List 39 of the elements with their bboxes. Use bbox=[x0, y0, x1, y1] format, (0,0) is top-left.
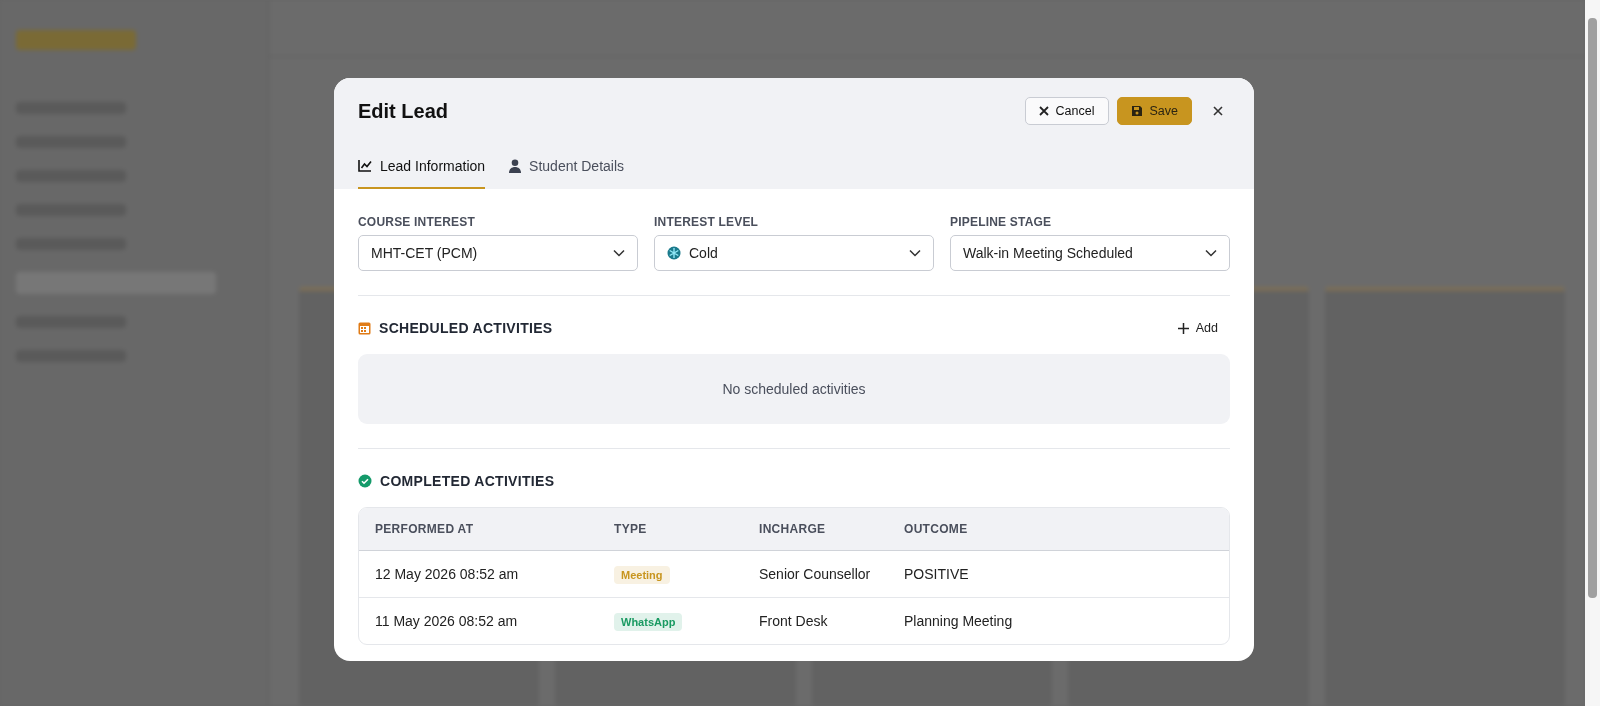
tab[interactable]: Student Details bbox=[509, 144, 625, 189]
empty-state-message: No scheduled activities bbox=[722, 381, 866, 397]
cancel-button[interactable]: Cancel bbox=[1024, 97, 1109, 125]
column-header: PERFORMED AT bbox=[375, 522, 474, 536]
close-icon bbox=[1212, 105, 1224, 117]
tab[interactable]: Lead Information bbox=[358, 144, 486, 189]
add-button[interactable]: Add bbox=[1165, 317, 1230, 339]
table-cell: Senior Counsellor bbox=[759, 566, 871, 582]
snowflake-icon bbox=[667, 246, 681, 260]
save-button[interactable]: Save bbox=[1116, 97, 1192, 125]
person-icon bbox=[509, 158, 522, 173]
close-icon bbox=[1038, 106, 1049, 116]
section-heading: COMPLETED ACTIVITIES bbox=[380, 473, 555, 489]
chevron-down-icon bbox=[613, 249, 625, 257]
plus-icon bbox=[1177, 322, 1189, 334]
table-cell: POSITIVE bbox=[904, 566, 969, 582]
table-cell: Planning Meeting bbox=[904, 613, 1013, 629]
dropdown-field[interactable]: Cold bbox=[654, 235, 934, 271]
column-header: TYPE bbox=[614, 522, 647, 536]
column-header: INCHARGE bbox=[759, 522, 826, 536]
activity-type-tag: Meeting bbox=[614, 566, 670, 584]
table-cell: Front Desk bbox=[759, 613, 828, 629]
calendar-icon bbox=[358, 321, 371, 335]
field-label: INTEREST LEVEL bbox=[654, 215, 760, 229]
dialog-title: Edit Lead bbox=[358, 99, 448, 123]
field-label: COURSE INTEREST bbox=[358, 215, 476, 229]
activity-type-tag: WhatsApp bbox=[614, 613, 683, 631]
section-heading: SCHEDULED ACTIVITIES bbox=[379, 320, 553, 336]
chevron-down-icon bbox=[909, 249, 921, 257]
line-chart-icon bbox=[358, 159, 372, 172]
chevron-down-icon bbox=[1205, 249, 1217, 257]
check-circle-icon bbox=[358, 474, 372, 488]
dropdown-field[interactable]: Walk-in Meeting Scheduled bbox=[950, 235, 1230, 271]
table-cell: 12 May 2026 08:52 am bbox=[375, 566, 519, 582]
field-label: PIPELINE STAGE bbox=[950, 215, 1053, 229]
table-cell: 11 May 2026 08:52 am bbox=[375, 613, 518, 629]
column-header: OUTCOME bbox=[904, 522, 968, 536]
scrollbar[interactable] bbox=[1585, 0, 1600, 706]
dropdown-field[interactable]: MHT-CET (PCM) bbox=[358, 235, 638, 271]
